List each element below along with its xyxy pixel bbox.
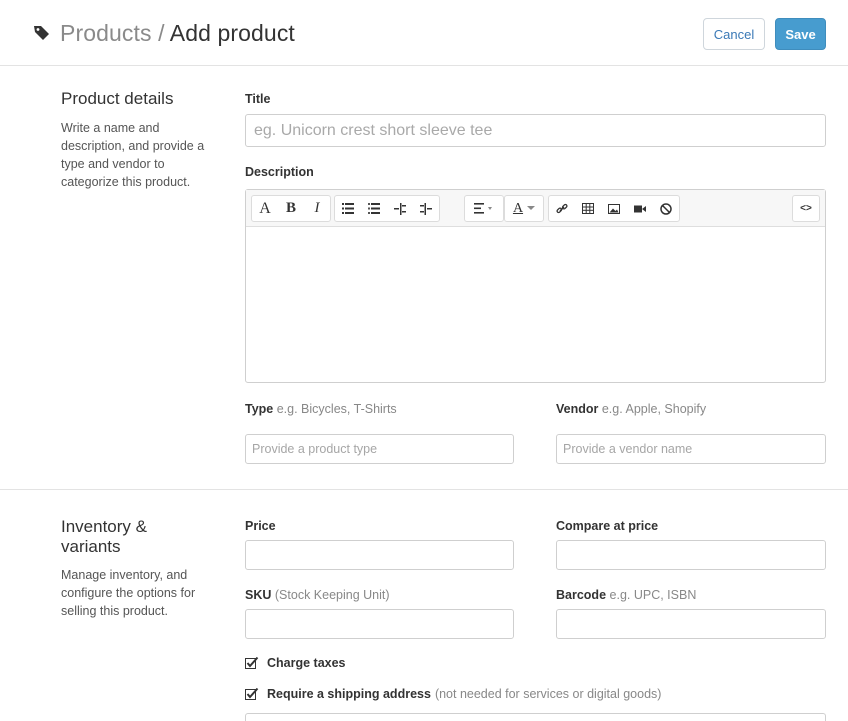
barcode-label-text: Barcode xyxy=(556,588,607,602)
toolbar-group-lists xyxy=(334,195,440,222)
vendor-label: Vendor e.g. Apple, Shopify xyxy=(556,402,706,416)
page-header: Products / Add product Cancel Save xyxy=(0,0,848,66)
sku-hint: (Stock Keeping Unit) xyxy=(274,588,390,602)
toolbar-group-align xyxy=(464,195,504,222)
sku-label: SKU (Stock Keeping Unit) xyxy=(245,588,390,602)
cancel-button[interactable]: Cancel xyxy=(703,18,765,50)
italic-icon[interactable]: I xyxy=(304,196,330,221)
ordered-list-icon[interactable] xyxy=(361,196,387,221)
price-input[interactable] xyxy=(245,540,514,570)
toolbar-group-insert xyxy=(548,195,680,222)
unordered-list-icon[interactable] xyxy=(335,196,361,221)
barcode-input[interactable] xyxy=(556,609,826,639)
compare-at-price-input[interactable] xyxy=(556,540,826,570)
charge-taxes-label: Charge taxes xyxy=(267,656,346,670)
section-description-inventory: Manage inventory, and configure the opti… xyxy=(61,568,196,618)
description-label: Description xyxy=(245,165,314,179)
shipping-address-label: Require a shipping address xyxy=(267,687,431,701)
section-title-inventory: Inventory & variants xyxy=(61,517,147,556)
tag-icon xyxy=(34,26,49,40)
sku-input[interactable] xyxy=(245,609,514,639)
video-icon[interactable] xyxy=(627,196,653,221)
breadcrumb-products-link[interactable]: Products xyxy=(60,20,152,46)
indent-icon[interactable] xyxy=(413,196,439,221)
section-description-product-details: Write a name and description, and provid… xyxy=(61,121,205,189)
vendor-input[interactable] xyxy=(556,434,826,464)
shipping-address-row[interactable]: Require a shipping address (not needed f… xyxy=(245,687,661,701)
italic-button-label: I xyxy=(314,200,320,216)
sku-label-text: SKU xyxy=(245,588,272,602)
section-divider xyxy=(0,489,848,490)
save-button[interactable]: Save xyxy=(775,18,826,50)
barcode-hint: e.g. UPC, ISBN xyxy=(609,588,697,602)
title-input[interactable] xyxy=(245,114,826,147)
align-icon[interactable] xyxy=(465,196,503,221)
vendor-label-text: Vendor xyxy=(556,402,599,416)
type-label: Type e.g. Bicycles, T-Shirts xyxy=(245,402,397,416)
text-color-icon[interactable]: A xyxy=(505,196,543,221)
toolbar-group-color: A xyxy=(504,195,544,222)
shipping-address-hint: (not needed for services or digital good… xyxy=(434,687,662,701)
font-button-label: A xyxy=(259,199,271,217)
type-hint: e.g. Bicycles, T-Shirts xyxy=(276,402,397,416)
editor-toolbar: A B I A <> xyxy=(246,190,825,227)
checkbox-checked-icon[interactable] xyxy=(245,656,259,670)
checkbox-checked-icon[interactable] xyxy=(245,687,259,701)
breadcrumb: Products / Add product xyxy=(60,19,295,47)
toolbar-group-source: <> xyxy=(792,195,820,222)
vendor-hint: e.g. Apple, Shopify xyxy=(601,402,707,416)
partial-input-below[interactable] xyxy=(245,713,826,721)
html-source-label: <> xyxy=(800,203,812,214)
text-color-label: A xyxy=(512,200,524,216)
product-type-input[interactable] xyxy=(245,434,514,464)
clear-format-icon[interactable] xyxy=(653,196,679,221)
section-title-product-details: Product details xyxy=(61,89,174,108)
charge-taxes-row[interactable]: Charge taxes xyxy=(245,656,346,670)
title-label: Title xyxy=(245,92,271,106)
barcode-label: Barcode e.g. UPC, ISBN xyxy=(556,588,696,602)
compare-at-price-label: Compare at price xyxy=(556,519,659,533)
bold-icon[interactable]: B xyxy=(278,196,304,221)
image-icon[interactable] xyxy=(601,196,627,221)
html-source-icon[interactable]: <> xyxy=(793,196,819,221)
editor-body[interactable] xyxy=(246,227,825,382)
table-icon[interactable] xyxy=(575,196,601,221)
font-icon[interactable]: A xyxy=(252,196,278,221)
link-icon[interactable] xyxy=(549,196,575,221)
type-label-text: Type xyxy=(245,402,274,416)
page-title: Add product xyxy=(169,20,295,46)
description-editor: A B I A <> xyxy=(245,189,826,383)
outdent-icon[interactable] xyxy=(387,196,413,221)
bold-button-label: B xyxy=(285,200,296,216)
price-label: Price xyxy=(245,519,276,533)
breadcrumb-separator: / xyxy=(151,20,170,46)
toolbar-group-text: A B I xyxy=(251,195,331,222)
